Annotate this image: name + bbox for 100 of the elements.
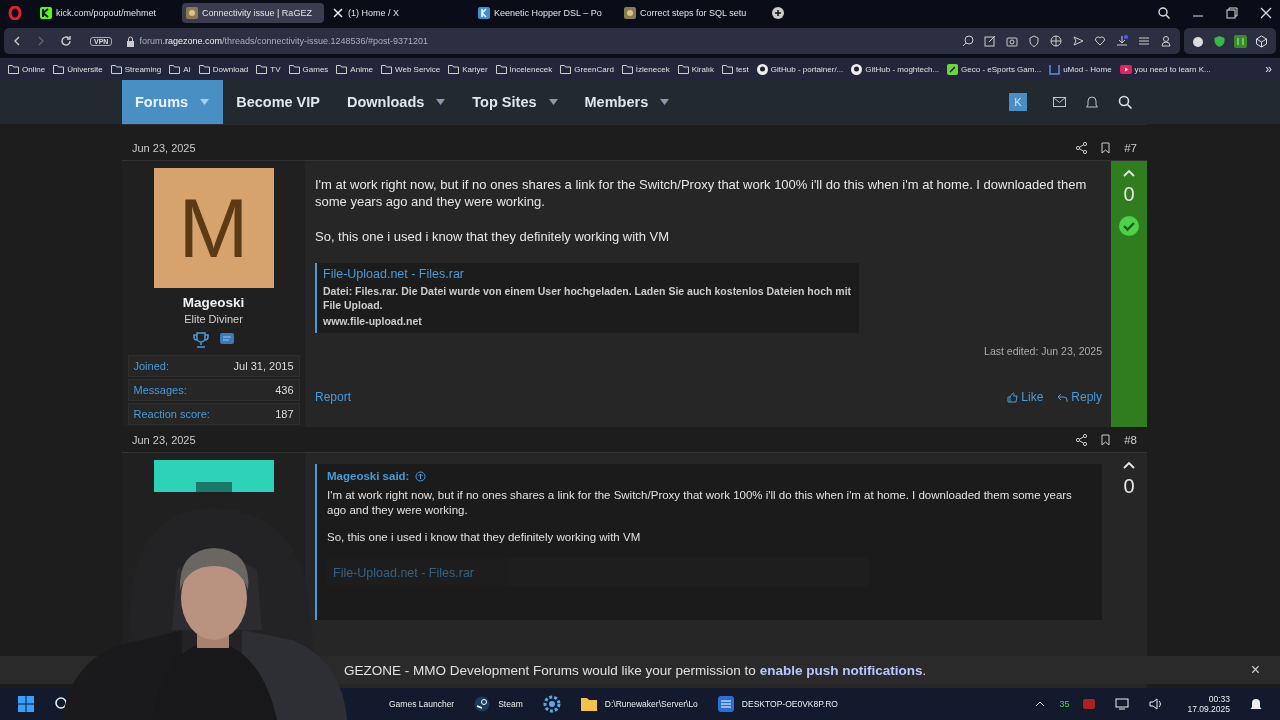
taskbar-app[interactable]: D:\Runewaker\Server\Lo (580, 697, 698, 711)
folder-icon (8, 64, 19, 74)
menu-icon[interactable] (1138, 35, 1150, 47)
taskbar-app[interactable] (542, 695, 561, 713)
post-date[interactable]: Jun 23, 2025 (132, 433, 196, 446)
bookmark[interactable]: Anime (336, 64, 374, 74)
caret-icon[interactable] (1035, 701, 1046, 707)
reload-icon[interactable] (60, 35, 72, 47)
bookmark[interactable]: Kariyer (448, 64, 488, 74)
start-icon[interactable] (18, 696, 34, 712)
extension-icon[interactable] (1234, 34, 1247, 48)
arrow-up-icon[interactable] (415, 470, 427, 482)
bookmark[interactable]: Üniversite (53, 64, 103, 74)
taskbar-app[interactable]: Games Launcher (389, 699, 455, 709)
nav-tab[interactable]: Members (571, 80, 684, 124)
edit-icon[interactable] (984, 35, 996, 47)
tray-counter[interactable]: 35 (1059, 699, 1070, 709)
zoom-icon[interactable] (962, 35, 974, 47)
logo-icon (1049, 63, 1061, 75)
check-icon[interactable] (1119, 216, 1139, 236)
search-icon[interactable] (1158, 7, 1170, 19)
nav-tab[interactable]: Downloads (334, 80, 460, 124)
logo-icon (851, 63, 863, 75)
clock-date[interactable]: 17.09.2025 (1187, 704, 1230, 714)
download-icon[interactable] (1116, 35, 1128, 47)
app-icon[interactable] (1083, 699, 1096, 709)
more-bookmarks-button[interactable]: » (1265, 62, 1272, 76)
send-icon[interactable] (1072, 35, 1084, 47)
globe-icon[interactable] (1050, 35, 1062, 47)
bell-icon[interactable] (1250, 697, 1262, 711)
heart-icon[interactable] (1094, 35, 1106, 47)
cube-icon[interactable] (1255, 34, 1268, 48)
folder-icon (110, 64, 122, 74)
browser-tab[interactable]: Correct steps for SQL setu (620, 3, 762, 23)
bookmark[interactable]: AI (169, 64, 191, 74)
upvote-icon[interactable] (1123, 461, 1135, 469)
user-avatar[interactable]: M (153, 168, 274, 288)
bookmark[interactable]: GreenCard (560, 64, 614, 74)
bookmark[interactable]: you need to learn K... (1119, 64, 1211, 74)
bookmark[interactable]: uMod - Home (1049, 63, 1112, 75)
user-avatar[interactable] (153, 460, 274, 492)
mail-icon[interactable] (1053, 97, 1066, 107)
bookmark-icon[interactable] (1101, 141, 1111, 154)
bookmark[interactable]: Games (288, 64, 329, 74)
back-icon[interactable] (12, 35, 22, 47)
taskbar-app[interactable]: Steam (474, 696, 523, 712)
reply-button[interactable]: Reply (1057, 390, 1102, 404)
taskbar-app[interactable]: DESKTOP-OE0VK8P.RO (717, 696, 838, 712)
close-button[interactable]: × (1250, 661, 1260, 679)
post-text: So, this one i used i know that they definitely working with VM (315, 228, 671, 245)
camera-icon[interactable] (1006, 35, 1018, 47)
bookmark[interactable]: Geco - eSports Gam... (947, 63, 1042, 75)
browser-tab[interactable]: Connectivity issue | RaGEZ (182, 3, 324, 23)
nav-tab[interactable]: Become VIP (223, 80, 334, 124)
bookmark[interactable]: GitHub - moghtech... (851, 63, 940, 75)
search-icon[interactable] (1118, 95, 1132, 109)
close-icon[interactable] (1260, 7, 1272, 19)
browser-tab[interactable]: kick.com/popout/mehmet (36, 3, 178, 23)
share-icon[interactable] (1076, 141, 1088, 154)
post-number[interactable]: #7 (1124, 141, 1137, 154)
bookmark[interactable]: İzlenecek (621, 64, 670, 74)
bookmark[interactable]: Download (198, 64, 249, 74)
trophy-icon[interactable] (191, 331, 210, 349)
bookmark[interactable]: Web Service (381, 64, 441, 74)
scroll-icon[interactable] (217, 331, 236, 347)
post-text: I'm at work right now, but if no ones shares a link for the Switch/Proxy that work 100% i'll do this when i'm at home. I downloaded them some years ago and they were working. (315, 176, 1088, 210)
profile-icon[interactable] (1160, 35, 1172, 47)
browser-logo-icon[interactable] (8, 6, 22, 20)
shield-icon[interactable] (1213, 34, 1226, 48)
bookmark-icon[interactable] (1101, 433, 1111, 446)
link-preview-card[interactable]: File-Upload.net - Files.rar Datei: Files.rar. Die Datei wurde von einem User hochgeladen. Laden Sie auch kostenlos Dateien hoch mit File Upload. www.file-upload.net (315, 263, 859, 333)
post-number[interactable]: #8 (1124, 433, 1137, 446)
browser-tab[interactable]: Keenetic Hopper DSL – Po (474, 3, 616, 23)
link-title[interactable]: File-Upload.net - Files.rar (323, 267, 853, 281)
bookmark[interactable]: test (721, 64, 749, 74)
bookmark[interactable]: Kiralık (677, 64, 714, 74)
clock-time[interactable]: 00:33 (1208, 694, 1230, 704)
like-button[interactable]: Like (1007, 390, 1044, 404)
bookmark[interactable]: İncelenecek (495, 64, 553, 74)
quote-text: I'm at work right now, but if no ones shares a link for the Switch/Proxy that work 100% i'll do this when i'm at home. I downloaded them some years ago and they were working. (327, 488, 1073, 518)
extension-icon[interactable] (1192, 34, 1205, 48)
username[interactable]: Mageoski (182, 295, 245, 310)
bookmark[interactable]: TV (256, 64, 281, 74)
post-date[interactable]: Jun 23, 2025 (132, 141, 196, 154)
report-link[interactable]: Report (315, 390, 352, 404)
new-tab-button[interactable] (772, 7, 784, 19)
bookmark[interactable]: Streaming (110, 64, 162, 74)
restore-icon[interactable] (1226, 7, 1238, 19)
bell-icon[interactable] (1086, 95, 1098, 109)
quote-author[interactable]: Mageoski said: (327, 470, 1092, 482)
bookmark[interactable]: Online (8, 64, 46, 74)
shield-icon[interactable] (1028, 35, 1040, 47)
nav-tab[interactable]: Top Sites (459, 80, 572, 124)
volume-icon[interactable] (1149, 698, 1164, 710)
vote-score: 0 (1123, 183, 1135, 206)
user-title: Elite Diviner (184, 313, 243, 325)
network-icon[interactable] (1115, 698, 1130, 710)
bookmark[interactable]: GitHub - portainer/... (756, 63, 844, 75)
browser-tab[interactable]: (1) Home / X (328, 3, 470, 23)
share-icon[interactable] (1076, 433, 1088, 446)
